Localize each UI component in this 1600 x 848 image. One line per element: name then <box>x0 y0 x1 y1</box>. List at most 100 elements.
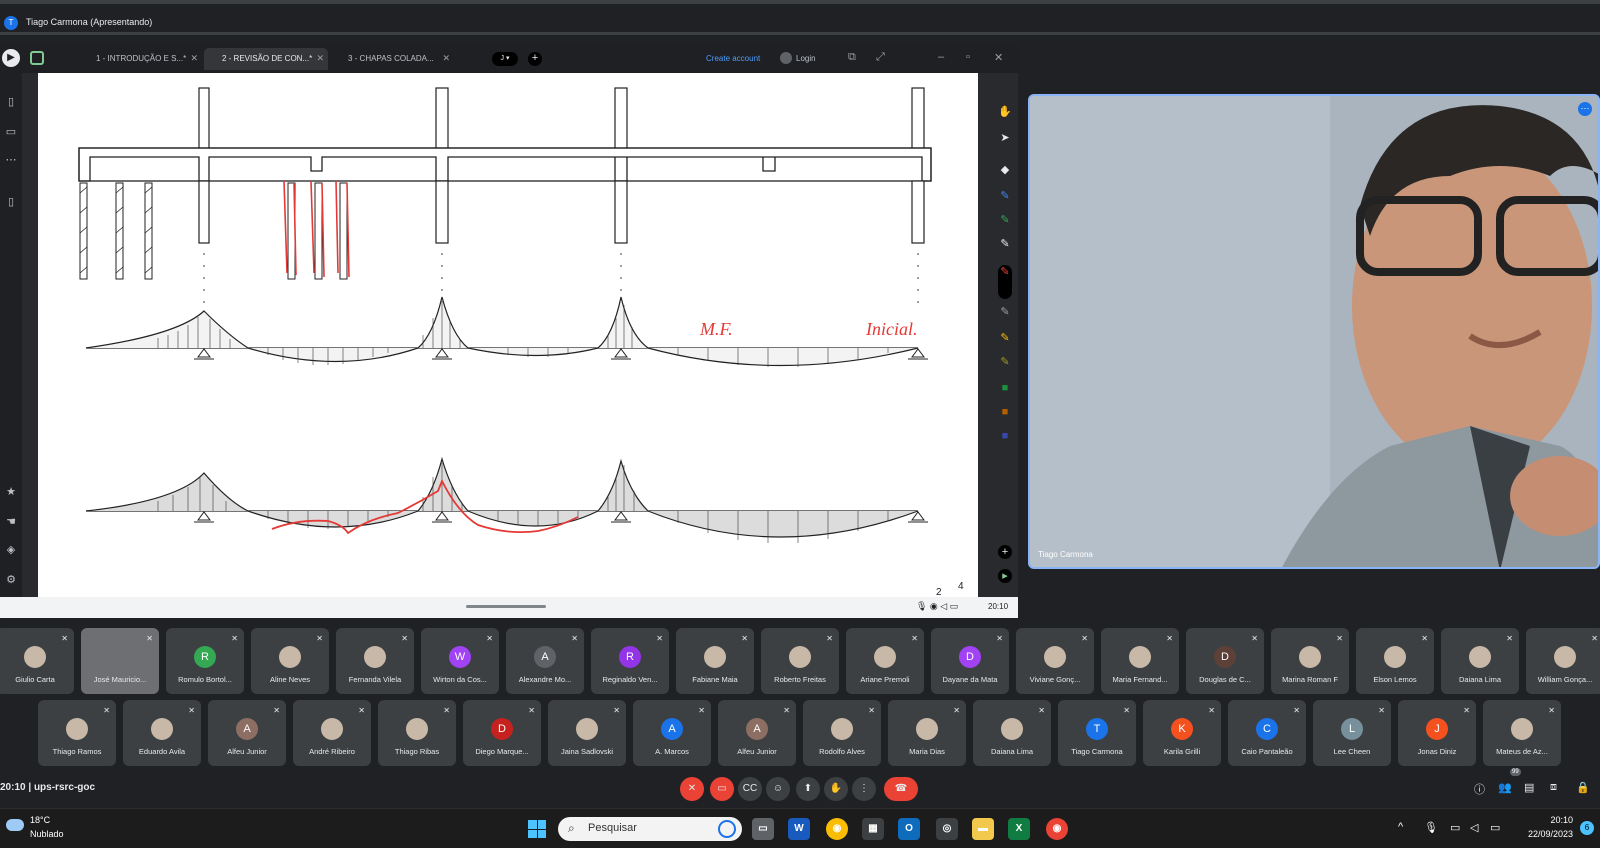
slide-canvas[interactable]: M.F. Inicial. <box>38 73 978 605</box>
green-pen-icon[interactable]: ✎ <box>998 213 1012 227</box>
participant-tile[interactable]: ✕ A Alexandre Mo... <box>506 628 584 694</box>
yellow-highlighter-icon[interactable]: ✎ <box>998 331 1012 345</box>
chevron-up-icon[interactable]: ^ <box>1398 821 1403 833</box>
next-page-icon[interactable]: ▸ <box>998 569 1012 583</box>
fill-tool-icon[interactable]: ■ <box>998 405 1012 419</box>
book-icon[interactable]: ▭ <box>4 125 18 139</box>
system-date[interactable]: 22/09/2023 <box>1517 829 1573 839</box>
raise-hand-button[interactable]: ✋ <box>824 777 848 801</box>
login-link[interactable]: Login <box>796 54 816 63</box>
participant-tile[interactable]: ✕ Thiago Ribas <box>378 700 456 766</box>
participant-tile[interactable]: ✕ Aline Neves <box>251 628 329 694</box>
hand-tool-icon[interactable]: ✋ <box>998 105 1012 119</box>
mic-off-button[interactable]: ✕ <box>680 777 704 801</box>
participant-tile[interactable]: ✕ A Alfeu Junior <box>208 700 286 766</box>
fullscreen-icon[interactable]: ⤢ <box>876 51 885 64</box>
participant-tile[interactable]: ✕ R Romulo Bortol... <box>166 628 244 694</box>
gray-pen-icon[interactable]: ✎ <box>998 305 1012 319</box>
participant-tile[interactable]: ✕ D Diego Marque... <box>463 700 541 766</box>
participant-tile[interactable]: ✕ José Mauricio... <box>81 628 159 694</box>
zoom-in-icon[interactable]: + <box>998 545 1012 559</box>
participant-tile[interactable]: ✕ Fernanda Vilela <box>336 628 414 694</box>
participant-tile[interactable]: ✕ T Tiago Carmona <box>1058 700 1136 766</box>
taskbar-search[interactable]: ⌕ Pesquisar <box>558 817 742 841</box>
text-tool-icon[interactable]: ■ <box>998 429 1012 443</box>
more-options-button[interactable]: ⋮ <box>852 777 876 801</box>
page-selector[interactable]: J ▾ <box>492 52 518 66</box>
hand-icon[interactable]: ☚ <box>4 515 18 529</box>
participant-tile[interactable]: ✕ Daiana Lima <box>973 700 1051 766</box>
battery-icon[interactable]: ▭ <box>1490 821 1500 834</box>
participant-tile[interactable]: ✕ Roberto Freitas <box>761 628 839 694</box>
microphone-icon[interactable]: 🎙 <box>1424 821 1438 834</box>
add-page-button[interactable]: + <box>528 52 542 66</box>
participant-tile[interactable]: ✕ Thiago Ramos <box>38 700 116 766</box>
participant-tile[interactable]: ✕ D Douglas de C... <box>1186 628 1264 694</box>
weather-condition[interactable]: Nublado <box>30 829 64 839</box>
camera-icon[interactable]: ◎ <box>936 818 958 840</box>
black-pen-icon[interactable]: ✎ <box>998 237 1012 251</box>
file-explorer-icon[interactable]: ▬ <box>972 818 994 840</box>
pointer-tool-icon[interactable]: ➤ <box>998 131 1012 145</box>
windows-start-icon[interactable] <box>528 820 546 838</box>
host-controls-icon[interactable]: 🔒 <box>1576 781 1590 794</box>
notification-badge[interactable]: 6 <box>1580 821 1594 835</box>
participant-tile[interactable]: ✕ Maria Dias <box>888 700 966 766</box>
participant-tile[interactable]: ✕ J Jonas Diniz <box>1398 700 1476 766</box>
participant-tile[interactable]: ✕ C Caio Pantaleão <box>1228 700 1306 766</box>
chat-icon[interactable]: ▤ <box>1524 781 1534 794</box>
outlook-icon[interactable]: O <box>898 818 920 840</box>
home-icon[interactable] <box>30 51 44 65</box>
participant-tile[interactable]: ✕ Eduardo Avila <box>123 700 201 766</box>
info-icon[interactable]: ⓘ <box>1474 781 1485 797</box>
participant-tile[interactable]: ✕ W Wirton da Cos... <box>421 628 499 694</box>
speaker-video[interactable]: ⋯ Tiago Carmona <box>1028 94 1600 569</box>
present-button[interactable]: ⬆ <box>796 777 820 801</box>
horizontal-scrollbar[interactable] <box>466 605 546 608</box>
participant-tile[interactable]: ✕ Viviane Gonç... <box>1016 628 1094 694</box>
calculator-icon[interactable]: ▦ <box>862 818 884 840</box>
star-icon[interactable]: ★ <box>4 485 18 499</box>
red-pen-icon[interactable]: ✎ <box>998 265 1012 299</box>
close-icon[interactable]: ✕ <box>442 53 450 64</box>
participant-tile[interactable]: ✕ A A. Marcos <box>633 700 711 766</box>
maximize-icon[interactable]: ▫ <box>966 51 970 63</box>
participant-tile[interactable]: ✕ William Gonça... <box>1526 628 1600 694</box>
tab-1[interactable]: 1 - INTRODUÇÃO E S...* ✕ <box>78 48 202 70</box>
bing-icon[interactable] <box>718 820 736 838</box>
leave-call-button[interactable]: ☎ <box>884 777 918 801</box>
olive-pen-icon[interactable]: ✎ <box>998 355 1012 369</box>
create-account-link[interactable]: Create account <box>706 54 760 63</box>
task-view-icon[interactable]: ▭ <box>752 818 774 840</box>
camera-off-button[interactable]: ▭ <box>710 777 734 801</box>
close-window-icon[interactable]: ✕ <box>994 51 1003 64</box>
participant-tile[interactable]: ✕ K Karila Grilli <box>1143 700 1221 766</box>
excel-icon[interactable]: X <box>1008 818 1030 840</box>
volume-icon[interactable]: ◁ <box>1470 821 1478 834</box>
participant-tile[interactable]: ✕ L Lee Cheen <box>1313 700 1391 766</box>
captions-button[interactable]: CC <box>738 777 762 801</box>
participant-tile[interactable]: ✕ Mateus de Az... <box>1483 700 1561 766</box>
tab-3[interactable]: 3 - CHAPAS COLADA... ✕ <box>330 48 454 70</box>
word-icon[interactable]: W <box>788 818 810 840</box>
participant-tile[interactable]: ✕ Ariane Premoli <box>846 628 924 694</box>
chrome-icon[interactable]: ◉ <box>826 818 848 840</box>
minimize-icon[interactable]: – <box>938 51 944 63</box>
participant-tile[interactable]: ✕ Giulio Carta <box>0 628 74 694</box>
participant-tile[interactable]: ✕ A Alfeu Junior <box>718 700 796 766</box>
people-icon[interactable]: 👥 <box>1498 781 1512 794</box>
layers-icon[interactable]: ◈ <box>4 543 18 557</box>
participant-tile[interactable]: ✕ Marina Roman F <box>1271 628 1349 694</box>
participant-tile[interactable]: ✕ Fabiane Maia <box>676 628 754 694</box>
close-icon[interactable]: ✕ <box>190 53 198 64</box>
pages-icon[interactable]: ▯ <box>4 95 18 109</box>
clipboard-icon[interactable]: ▯ <box>4 195 18 209</box>
app-logo-icon[interactable]: ▶ <box>2 49 20 67</box>
participant-tile[interactable]: ✕ Maria Fernand... <box>1101 628 1179 694</box>
close-icon[interactable]: ✕ <box>316 53 324 64</box>
share-icon[interactable]: ⧉ <box>848 51 856 64</box>
shape-tool-icon[interactable]: ■ <box>998 381 1012 395</box>
settings-icon[interactable]: ⚙ <box>4 573 18 587</box>
more-icon[interactable]: ⋯ <box>4 153 18 167</box>
participant-tile[interactable]: ✕ R Reginaldo Ven... <box>591 628 669 694</box>
